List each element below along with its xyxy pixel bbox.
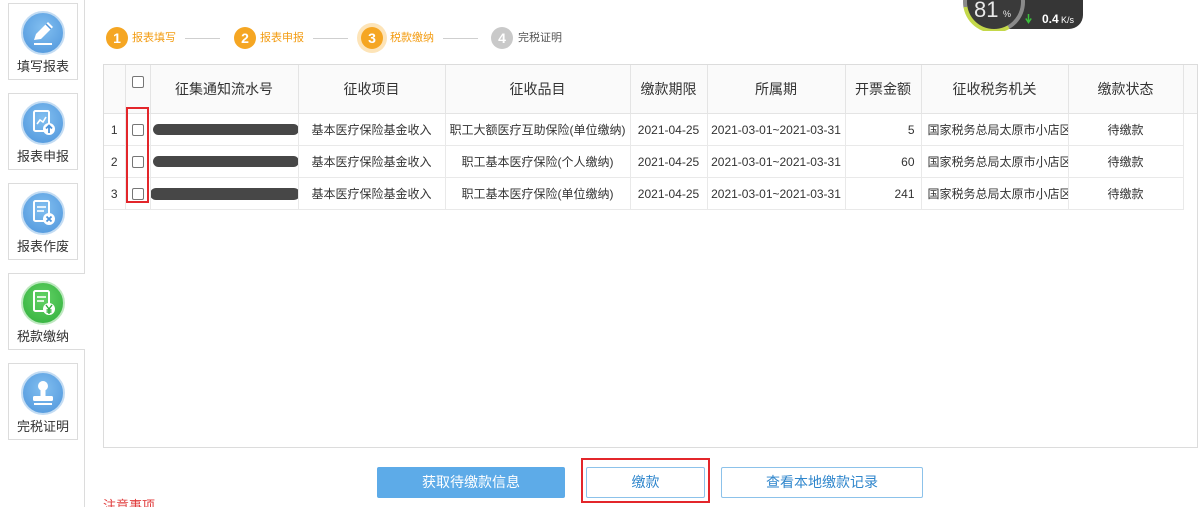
row-gutter xyxy=(1183,114,1197,146)
cell-status: 待缴款 xyxy=(1068,113,1184,146)
sidebar: 填写报表 报表申报 报表作废 税款缴纳 完税证明 xyxy=(0,0,86,507)
stamp-icon xyxy=(21,371,65,415)
sidebar-divider xyxy=(84,0,85,507)
notice-title: 注意事项 xyxy=(103,498,156,507)
table-row[interactable]: 3 基本医疗保险基金收入 职工基本医疗保险(单位缴纳) 2021-04-25 2… xyxy=(104,177,1197,210)
cell-amount: 241 xyxy=(845,177,922,210)
cell-serial xyxy=(150,113,299,146)
step-4-label: 完税证明 xyxy=(518,32,562,44)
fetch-pending-payments-button[interactable]: 获取待缴款信息 xyxy=(377,467,565,498)
step-2-number: 2 xyxy=(234,27,256,49)
column-header-serial[interactable]: 征集通知流水号 xyxy=(150,65,299,114)
step-3-number: 3 xyxy=(361,27,383,49)
column-header-period[interactable]: 所属期 xyxy=(707,65,846,114)
cell-serial xyxy=(150,177,299,210)
row-checkbox-cell xyxy=(125,177,151,210)
step-connector xyxy=(313,38,348,39)
column-header-amount[interactable]: 开票金额 xyxy=(845,65,922,114)
cell-period: 2021-03-01~2021-03-31 xyxy=(707,145,846,178)
cell-status: 待缴款 xyxy=(1068,145,1184,178)
sidebar-item-label: 税款缴纳 xyxy=(16,329,69,344)
cell-authority: 国家税务总局太原市小店区税 xyxy=(921,145,1069,178)
cell-serial xyxy=(150,145,299,178)
cell-item: 基本医疗保险基金收入 xyxy=(298,145,446,178)
row-checkbox[interactable] xyxy=(131,124,144,137)
notice-section: 注意事项 xyxy=(103,497,183,507)
row-checkbox-cell xyxy=(125,145,151,178)
usage-percent-sign: % xyxy=(1003,9,1012,19)
cell-subitem: 职工基本医疗保险(个人缴纳) xyxy=(445,145,631,178)
redacted-serial-bar xyxy=(150,187,297,200)
sidebar-item-tax-certificate[interactable]: 完税证明 xyxy=(8,363,78,440)
view-local-payment-records-button[interactable]: 查看本地缴款记录 xyxy=(721,467,923,498)
sidebar-item-void-report[interactable]: 报表作废 xyxy=(8,183,78,260)
redacted-serial-bar xyxy=(152,156,297,167)
row-gutter xyxy=(1183,178,1197,210)
redacted-serial-bar xyxy=(152,124,297,135)
step-3-label: 税款缴纳 xyxy=(390,32,434,44)
table-header-row: 征集通知流水号 征收项目 征收品目 缴款期限 所属期 开票金额 征收税务机关 缴… xyxy=(104,65,1197,114)
column-header-status[interactable]: 缴款状态 xyxy=(1068,65,1184,114)
cell-status: 待缴款 xyxy=(1068,177,1184,210)
step-connector xyxy=(185,38,220,39)
cell-subitem: 职工大额医疗互助保险(单位缴纳) xyxy=(445,113,631,146)
row-number: 1 xyxy=(104,113,126,146)
tax-payment-icon xyxy=(21,281,65,325)
sidebar-item-tax-payment[interactable]: 税款缴纳 xyxy=(8,273,85,350)
cell-deadline: 2021-04-25 xyxy=(630,113,708,146)
row-gutter xyxy=(1183,146,1197,178)
row-checkbox-cell xyxy=(125,113,151,146)
column-header-subitem[interactable]: 征收品目 xyxy=(445,65,631,114)
tax-payment-table: 征集通知流水号 征收项目 征收品目 缴款期限 所属期 开票金额 征收税务机关 缴… xyxy=(103,64,1198,448)
column-header-item[interactable]: 征收项目 xyxy=(298,65,446,114)
sidebar-item-label: 报表申报 xyxy=(16,149,69,164)
step-1-label: 报表填写 xyxy=(132,32,176,44)
column-header-deadline[interactable]: 缴款期限 xyxy=(630,65,708,114)
usage-percent: 81 xyxy=(974,0,999,22)
report-upload-icon xyxy=(21,101,65,145)
row-checkbox[interactable] xyxy=(131,156,144,169)
row-number: 3 xyxy=(104,177,126,210)
table-row[interactable]: 1 基本医疗保险基金收入 职工大额医疗互助保险(单位缴纳) 2021-04-25… xyxy=(104,113,1197,146)
cell-authority: 国家税务总局太原市小店区税 xyxy=(921,113,1069,146)
step-4-number: 4 xyxy=(491,27,513,49)
download-speed-unit: K/s xyxy=(1061,15,1075,25)
sidebar-item-fill-report[interactable]: 填写报表 xyxy=(8,3,78,80)
column-header-authority[interactable]: 征收税务机关 xyxy=(921,65,1069,114)
row-number: 2 xyxy=(104,145,126,178)
report-void-icon xyxy=(21,191,65,235)
row-checkbox[interactable] xyxy=(131,188,144,201)
cell-period: 2021-03-01~2021-03-31 xyxy=(707,113,846,146)
select-all-cell xyxy=(125,65,151,114)
pay-button[interactable]: 缴款 xyxy=(586,467,705,498)
cell-authority: 国家税务总局太原市小店区税 xyxy=(921,177,1069,210)
step-1-number: 1 xyxy=(106,27,128,49)
cell-amount: 60 xyxy=(845,145,922,178)
step-2-label: 报表申报 xyxy=(260,32,304,44)
sidebar-item-label: 填写报表 xyxy=(16,59,69,74)
sidebar-item-label: 报表作废 xyxy=(16,239,69,254)
cell-subitem: 职工基本医疗保险(单位缴纳) xyxy=(445,177,631,210)
cell-deadline: 2021-04-25 xyxy=(630,145,708,178)
sidebar-item-label: 完税证明 xyxy=(16,419,69,434)
speed-widget[interactable]: 81 % 0.4 K/s xyxy=(962,0,1086,31)
cell-amount: 5 xyxy=(845,113,922,146)
cell-deadline: 2021-04-25 xyxy=(630,177,708,210)
sidebar-item-submit-report[interactable]: 报表申报 xyxy=(8,93,78,170)
cell-item: 基本医疗保险基金收入 xyxy=(298,113,446,146)
table-row[interactable]: 2 基本医疗保险基金收入 职工基本医疗保险(个人缴纳) 2021-04-25 2… xyxy=(104,145,1197,178)
download-arrow-icon xyxy=(1025,14,1032,24)
row-number-header xyxy=(104,65,126,114)
step-connector xyxy=(443,38,478,39)
cell-period: 2021-03-01~2021-03-31 xyxy=(707,177,846,210)
select-all-checkbox[interactable] xyxy=(131,76,144,89)
download-speed: 0.4 xyxy=(1042,12,1059,26)
pencil-icon xyxy=(21,11,65,55)
cell-item: 基本医疗保险基金收入 xyxy=(298,177,446,210)
scrollbar-gutter xyxy=(1183,65,1197,114)
